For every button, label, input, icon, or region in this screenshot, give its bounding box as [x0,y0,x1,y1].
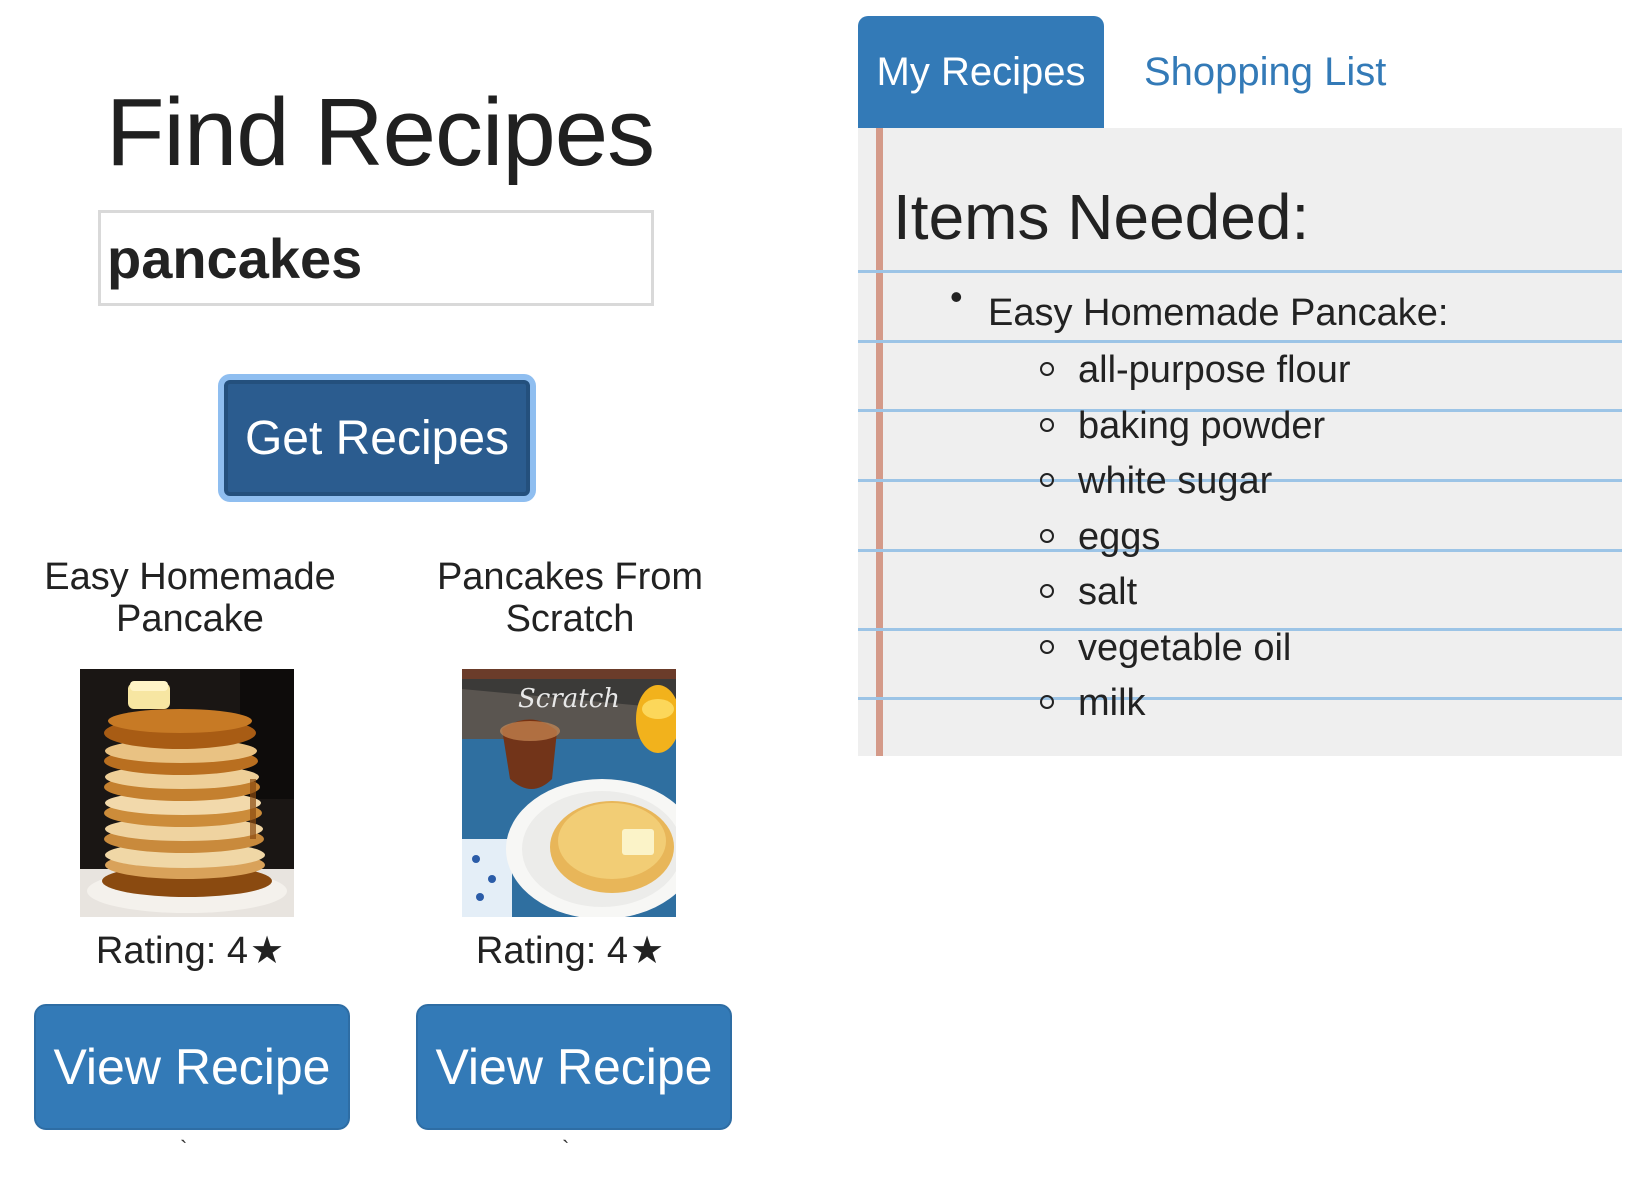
ingredient-label: milk [1078,682,1146,724]
circle-bullet-icon [1040,583,1054,598]
notepad-rule [858,549,1622,552]
ingredient-label: all-purpose flour [1078,349,1351,391]
ingredient-label: white sugar [1078,460,1273,502]
circle-bullet-icon [1040,639,1054,654]
recipe-card-title: Pancakes From Scratch [436,556,704,640]
circle-bullet-icon [1040,361,1054,376]
tab-my-recipes[interactable]: My Recipes [858,16,1104,128]
view-recipe-button[interactable]: View Recipe [34,1004,350,1130]
ingredient-label: vegetable oil [1078,627,1292,669]
ingredient-item: baking powder [1040,405,1325,448]
circle-bullet-icon [1040,417,1054,432]
view-recipe-button[interactable]: View Recipe [416,1004,732,1130]
notepad-rule [858,270,1622,273]
get-recipes-button[interactable]: Get Recipes [218,374,536,502]
rating-label: Rating: 4 [475,930,628,972]
rating-label: Rating: 4 [95,930,248,972]
image-caption: Scratch [518,684,620,714]
circle-bullet-icon [1040,472,1054,487]
recipe-card: Pancakes From Scratch Scratch Rating: 4★… [380,556,760,1161]
stacked-pancakes-photo [80,669,294,917]
ingredient-item: all-purpose flour [1040,349,1350,392]
recipe-image [80,669,294,917]
rating-text: Rating: 4★ [380,928,760,973]
recipe-image: Scratch [462,669,676,917]
ingredient-item: milk [1040,682,1146,725]
ingredient-item: white sugar [1040,460,1272,503]
recipe-card: Easy Homemade Pancake Rating: 4★ View Re… [0,556,380,1161]
tab-shopping-list[interactable]: Shopping List [1144,16,1386,128]
circle-bullet-icon [1040,528,1054,543]
items-needed-heading: Items Needed: [893,181,1310,253]
star-icon: ★ [250,930,285,972]
search-input[interactable] [98,210,654,306]
cursor-mark: ` [180,1136,188,1161]
shopping-recipe-name: Easy Homemade Pancake: [988,292,1449,334]
ingredient-item: vegetable oil [1040,627,1291,670]
ingredient-label: salt [1078,571,1138,613]
notepad-margin-line [876,128,883,756]
pancakes-from-scratch-photo: Scratch [462,669,676,917]
ingredient-item: eggs [1040,516,1160,559]
ingredient-label: eggs [1078,516,1161,558]
rating-text: Rating: 4★ [0,928,380,973]
notepad-rule [858,697,1622,700]
cursor-mark: ` [562,1136,570,1161]
circle-bullet-icon [1040,694,1054,709]
ingredient-item: salt [1040,571,1137,614]
recipe-card-title: Easy Homemade Pancake [44,556,336,640]
bullet-icon: • [950,276,963,317]
page-title: Find Recipes [105,79,655,186]
shopping-list-notepad: Items Needed: • Easy Homemade Pancake: a… [858,128,1622,756]
notepad-rule [858,340,1622,343]
star-icon: ★ [630,930,665,972]
ingredient-label: baking powder [1078,405,1326,447]
